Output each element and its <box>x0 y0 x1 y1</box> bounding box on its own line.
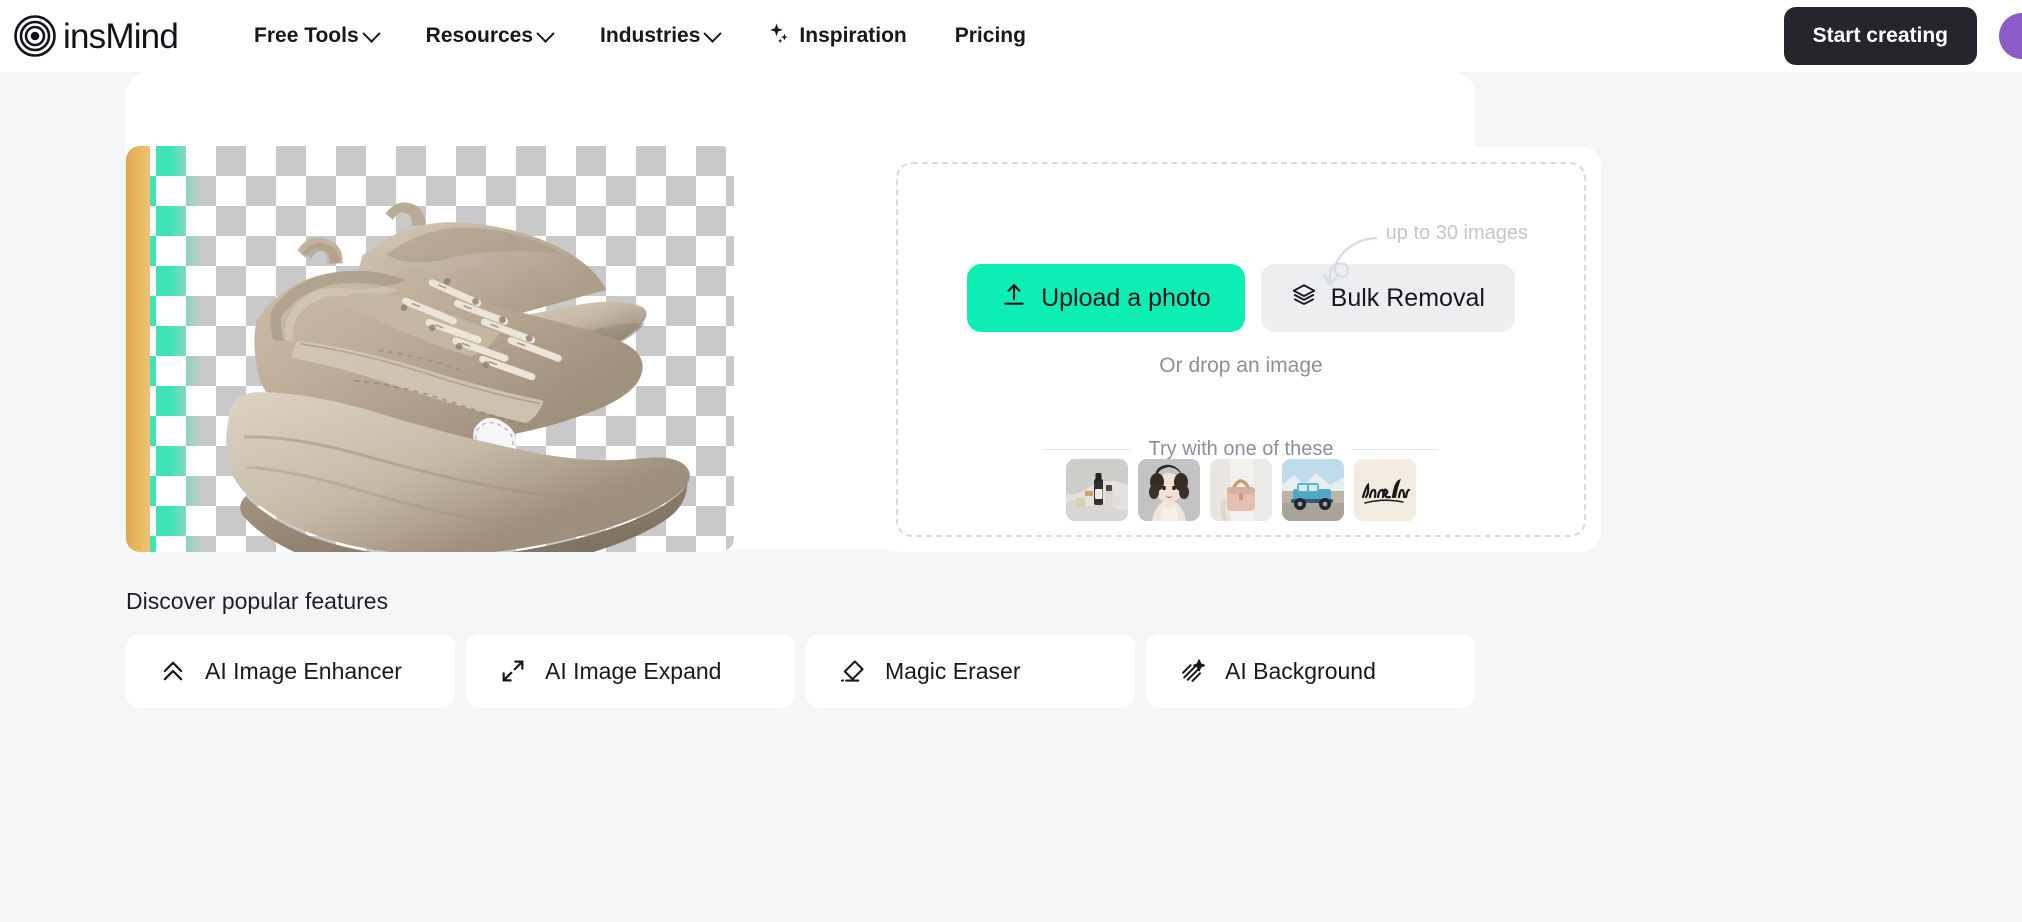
try-samples-divider: Try with one of these <box>898 438 1584 461</box>
feature-label: Magic Eraser <box>885 657 1021 684</box>
bulk-hint-text: up to 30 images <box>1385 222 1528 244</box>
expand-arrows-icon <box>499 657 527 685</box>
divider-left <box>1044 449 1131 450</box>
nav-item-pricing[interactable]: Pricing <box>931 14 1050 58</box>
nav-item-inspiration[interactable]: Inspiration <box>743 11 930 61</box>
layers-icon <box>1291 282 1317 315</box>
main-navigation: Free Tools Resources Industries Inspirat… <box>230 11 1050 61</box>
upload-card: up to 30 images Upload a photo Bulk Remo… <box>881 146 1601 552</box>
hatch-sparkle-icon <box>1179 657 1207 685</box>
nav-item-industries[interactable]: Industries <box>576 14 743 58</box>
logo-text: insMind <box>63 16 179 56</box>
workspace: up to 30 images Upload a photo Bulk Remo… <box>126 146 1601 552</box>
sample-thumbnails <box>898 459 1584 535</box>
feature-ai-image-enhancer[interactable]: AI Image Enhancer <box>126 634 455 708</box>
sparkle-icon <box>767 21 793 51</box>
pink-handbag-thumbnail[interactable] <box>1210 459 1272 521</box>
feature-ai-image-expand[interactable]: AI Image Expand <box>466 634 795 708</box>
bulk-hint: up to 30 images <box>1322 222 1528 287</box>
insmind-signature-thumbnail[interactable] <box>1354 459 1416 521</box>
features-title: Discover popular features <box>126 588 389 614</box>
site-header: insMind Free Tools Resources Industries … <box>0 0 2022 72</box>
drop-image-text: Or drop an image <box>1159 354 1323 377</box>
feature-magic-eraser[interactable]: Magic Eraser <box>806 634 1135 708</box>
upload-actions: Upload a photo Bulk Removal <box>967 264 1515 332</box>
image-preview[interactable] <box>126 146 734 552</box>
chevron-down-icon <box>536 23 555 43</box>
feature-label: AI Image Enhancer <box>205 657 402 684</box>
header-actions: Start creating <box>1783 7 2022 65</box>
feature-label: AI Image Expand <box>545 657 722 684</box>
upload-photo-button[interactable]: Upload a photo <box>967 264 1245 332</box>
divider-right <box>1351 449 1438 450</box>
nav-label: Pricing <box>954 24 1026 47</box>
feature-ai-background[interactable]: AI Background <box>1146 634 1475 708</box>
user-avatar[interactable] <box>1999 13 2022 59</box>
nav-label: Resources <box>425 24 534 47</box>
concentric-rings-icon <box>14 15 56 57</box>
logo[interactable]: insMind <box>14 15 179 57</box>
sneaker-image <box>126 146 734 552</box>
dropzone[interactable]: up to 30 images Upload a photo Bulk Remo… <box>896 162 1586 537</box>
nav-item-free-tools[interactable]: Free Tools <box>230 14 402 58</box>
feature-label: AI Background <box>1225 657 1376 684</box>
nav-label: Free Tools <box>254 24 359 47</box>
nav-label: Inspiration <box>799 24 907 47</box>
features-list: AI Image Enhancer AI Image Expand Magic … <box>126 634 1475 708</box>
eraser-icon <box>839 657 867 685</box>
nav-label: Industries <box>600 24 701 47</box>
main-content: up to 30 images Upload a photo Bulk Remo… <box>0 72 2022 922</box>
blue-truck-thumbnail[interactable] <box>1282 459 1344 521</box>
nav-item-resources[interactable]: Resources <box>402 14 576 58</box>
woman-portrait-thumbnail[interactable] <box>1138 459 1200 521</box>
try-samples-label: Try with one of these <box>1148 438 1334 460</box>
bulk-removal-label: Bulk Removal <box>1330 283 1485 312</box>
upload-photo-label: Upload a photo <box>1041 283 1211 312</box>
bulk-removal-button[interactable]: Bulk Removal <box>1260 264 1515 332</box>
chevron-down-icon <box>703 23 723 43</box>
cosmetics-bottles-thumbnail[interactable] <box>1066 459 1128 521</box>
start-creating-button[interactable]: Start creating <box>1783 7 1977 65</box>
chevron-down-icon <box>361 23 381 43</box>
double-chevron-up-icon <box>159 657 187 685</box>
upload-arrow-icon <box>1001 282 1027 315</box>
